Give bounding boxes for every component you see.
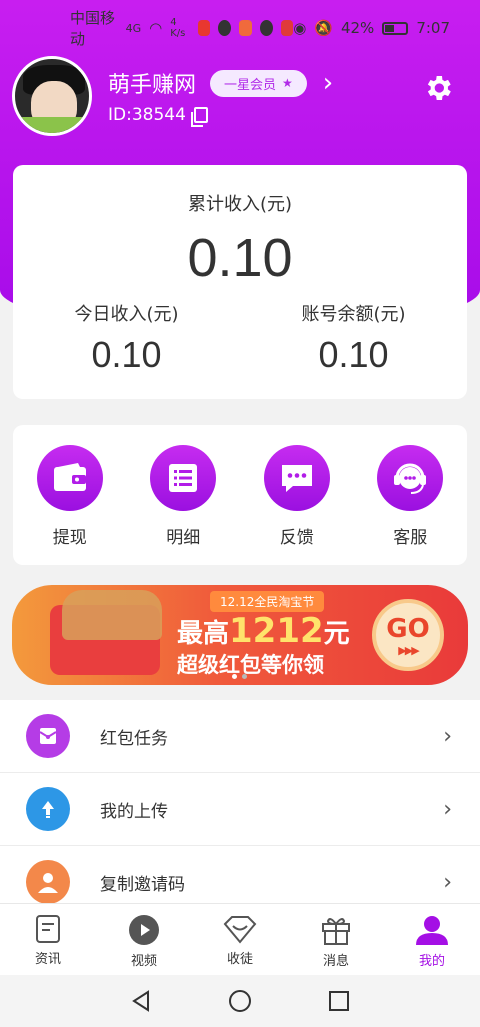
home-icon[interactable]	[228, 989, 252, 1013]
gear-icon[interactable]	[422, 72, 454, 104]
banner-tag: 12.12全民淘宝节	[210, 591, 325, 612]
play-icon	[129, 915, 159, 945]
battery-label: 42%	[340, 19, 375, 37]
user-id: ID:38544	[108, 105, 186, 125]
back-icon[interactable]	[130, 989, 152, 1013]
person-icon	[26, 860, 70, 904]
wallet-icon	[36, 445, 103, 511]
customer-service-label: 客服	[393, 528, 428, 548]
profile-chevron-right-icon[interactable]: ›	[323, 68, 333, 98]
tab-label: 资讯	[34, 952, 61, 967]
time-label: 7:07	[416, 19, 450, 37]
withdraw-label: 提现	[52, 528, 87, 548]
menu-label: 我的上传	[100, 801, 168, 822]
income-card: 累计收入(元) 0.10 今日收入(元) 0.10 账号余额(元) 0.10	[13, 165, 467, 399]
status-right: ◉ 🔕 42% 7:07	[293, 19, 450, 37]
battery-icon	[382, 21, 409, 35]
tab-label: 消息	[322, 954, 349, 969]
profile-section: 萌手赚网 一星会员 ★ › ID:38544	[12, 56, 468, 136]
banner-headline: 最高1212元	[177, 611, 350, 651]
account-balance-value: 0.10	[318, 334, 389, 375]
promo-banner[interactable]: 12.12全民淘宝节 最高1212元 超级红包等你领 GO ▶▶▶	[12, 585, 468, 685]
user-icon	[416, 916, 448, 945]
pagination-dot	[242, 674, 247, 679]
carrier-label: 中国移动	[70, 9, 116, 48]
feedback-button[interactable]: 反馈	[252, 445, 342, 565]
menu-list: 红包任务 › 我的上传 › 复制邀请码 ›	[0, 700, 480, 919]
star-icon: ★	[282, 76, 293, 90]
speed-label: 4 K/s	[170, 17, 186, 39]
profile-info: 萌手赚网 一星会员 ★ › ID:38544	[108, 67, 333, 127]
banner-pagination	[232, 674, 247, 679]
headset-icon	[377, 445, 444, 511]
bottom-tab-bar: 资讯 视频 收徒 消息 我的	[0, 903, 480, 975]
name-row: 萌手赚网 一星会员 ★ ›	[108, 67, 333, 99]
mute-icon: 🔕	[314, 19, 333, 37]
tab-video[interactable]: 视频	[96, 904, 192, 975]
qq-icon	[218, 20, 232, 36]
chevron-right-icon: ›	[443, 796, 452, 822]
status-bar: 中国移动 4G ◠ 4 K/s ◉ 🔕 42% 7:07	[0, 0, 480, 56]
signal-label: 4G	[125, 21, 142, 35]
document-icon	[36, 915, 60, 943]
pagination-dot	[232, 674, 237, 679]
arrows-icon: ▶▶▶	[398, 643, 419, 657]
tab-messages[interactable]: 消息	[288, 904, 384, 975]
golden-figures-illustration	[62, 590, 162, 640]
tab-news[interactable]: 资讯	[0, 904, 96, 975]
tab-label: 我的	[418, 954, 445, 969]
weibo-icon	[239, 20, 252, 36]
menu-item-my-uploads[interactable]: 我的上传 ›	[0, 773, 480, 846]
today-income-value: 0.10	[91, 334, 162, 375]
banner-go-button[interactable]: GO ▶▶▶	[372, 599, 444, 671]
wifi-icon: ◠	[149, 19, 163, 37]
system-navigation-bar	[0, 975, 480, 1027]
red-envelope-icon	[26, 714, 70, 758]
today-income-label: 今日收入(元)	[74, 304, 179, 325]
app-notification-icon	[197, 20, 211, 36]
upload-icon	[26, 787, 70, 831]
copy-icon[interactable]	[190, 107, 208, 127]
member-badge[interactable]: 一星会员 ★	[210, 69, 307, 97]
customer-service-button[interactable]: 客服	[365, 445, 455, 565]
menu-label: 红包任务	[100, 728, 168, 749]
nickname: 萌手赚网	[108, 73, 197, 98]
menu-item-red-envelope-tasks[interactable]: 红包任务 ›	[0, 700, 480, 773]
tab-apprentice[interactable]: 收徒	[192, 904, 288, 975]
account-balance: 账号余额(元) 0.10	[240, 300, 467, 376]
feedback-label: 反馈	[279, 528, 314, 548]
banner-suffix: 元	[323, 619, 350, 649]
tab-label: 收徒	[226, 952, 253, 967]
today-income: 今日收入(元) 0.10	[13, 300, 240, 376]
member-level-label: 一星会员	[224, 77, 277, 93]
tab-mine[interactable]: 我的	[384, 904, 480, 975]
banner-prefix: 最高	[177, 619, 230, 649]
chevron-right-icon: ›	[443, 723, 452, 749]
withdraw-button[interactable]: 提现	[25, 445, 115, 565]
status-left: 中国移动 4G ◠ 4 K/s	[70, 7, 294, 49]
notification-icon	[259, 20, 273, 36]
avatar[interactable]	[12, 56, 92, 136]
eye-icon: ◉	[293, 19, 307, 37]
id-row: ID:38544	[108, 105, 333, 127]
account-balance-label: 账号余额(元)	[301, 304, 406, 325]
tab-label: 视频	[130, 954, 157, 969]
go-label: GO	[386, 613, 430, 644]
details-button[interactable]: 明细	[138, 445, 228, 565]
recents-icon[interactable]	[328, 990, 350, 1012]
details-label: 明细	[166, 528, 201, 548]
news-icon	[280, 20, 294, 36]
diamond-icon	[223, 916, 257, 944]
chat-icon	[263, 445, 330, 511]
chevron-right-icon: ›	[443, 869, 452, 895]
list-icon	[150, 445, 217, 511]
total-income-label: 累计收入(元)	[187, 194, 293, 215]
banner-subline: 超级红包等你领	[177, 653, 324, 677]
actions-card: 提现 明细 反馈 客服	[13, 425, 467, 565]
banner-amount: 1212	[229, 611, 324, 651]
gift-icon	[322, 918, 350, 945]
total-income-value: 0.10	[187, 228, 293, 288]
menu-label: 复制邀请码	[100, 874, 185, 895]
